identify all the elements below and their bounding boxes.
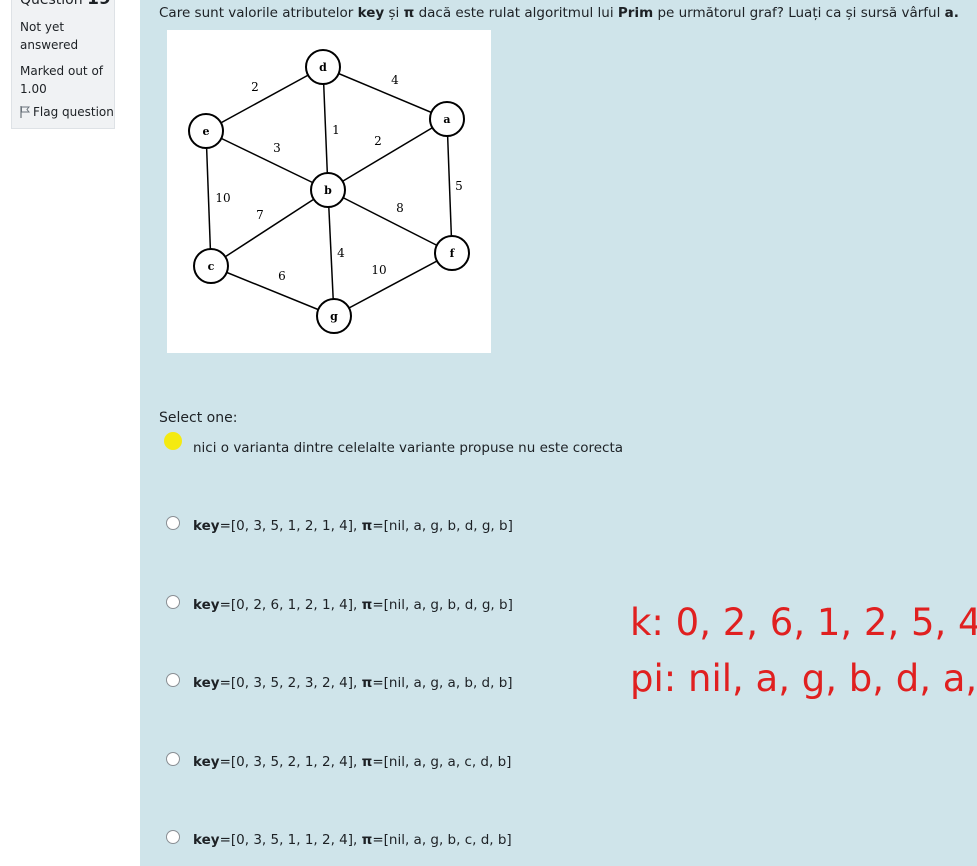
node-a: a — [443, 113, 450, 126]
answer-option-1[interactable]: nici o varianta dintre celelalte variant… — [166, 438, 766, 464]
edge-weight-c-g: 6 — [278, 269, 286, 283]
radio-button[interactable] — [166, 516, 180, 530]
edge-weight-d-b: 1 — [332, 123, 340, 137]
flag-icon — [20, 106, 31, 118]
answer-option-label: key=[0, 3, 5, 2, 3, 2, 4], π=[nil, a, g,… — [193, 675, 513, 691]
radio-button[interactable] — [166, 752, 180, 766]
edge-weight-d-a: 4 — [391, 73, 399, 87]
node-c: c — [208, 260, 215, 273]
answer-option-5[interactable]: key=[0, 3, 5, 2, 1, 2, 4], π=[nil, a, g,… — [166, 752, 766, 778]
edge-weight-b-f: 8 — [396, 201, 404, 215]
question-text: Care sunt valorile atributelor key și π … — [159, 5, 959, 21]
answer-option-6[interactable]: key=[0, 3, 5, 1, 1, 2, 4], π=[nil, a, g,… — [166, 830, 766, 856]
graph-image: 2 4 1 3 2 5 10 7 8 4 6 10 d a e b c f g — [167, 30, 491, 353]
node-d: d — [319, 61, 327, 74]
radio-button[interactable] — [166, 673, 180, 687]
node-e: e — [203, 125, 210, 138]
question-state: Not yet answered — [20, 20, 79, 52]
node-b: b — [324, 184, 332, 197]
answer-option-label: key=[0, 3, 5, 2, 1, 2, 4], π=[nil, a, g,… — [193, 754, 512, 770]
edge-weight-b-g: 4 — [337, 246, 345, 260]
node-g: g — [330, 310, 338, 323]
edge-weight-c-b: 7 — [256, 208, 264, 222]
edge-weight-e-d: 2 — [251, 80, 259, 94]
flag-question-link[interactable]: Flag question — [20, 105, 114, 119]
question-grade: Marked out of 1.00 — [20, 64, 104, 96]
edge-weight-e-c: 10 — [215, 191, 230, 205]
question-content: Care sunt valorile atributelor key și π … — [140, 0, 977, 866]
answer-option-2[interactable]: key=[0, 3, 5, 1, 2, 1, 4], π=[nil, a, g,… — [166, 516, 766, 542]
answer-option-label: key=[0, 3, 5, 1, 2, 1, 4], π=[nil, a, g,… — [193, 518, 513, 534]
radio-button[interactable] — [166, 830, 180, 844]
answer-option-label: key=[0, 2, 6, 1, 2, 1, 4], π=[nil, a, g,… — [193, 597, 513, 613]
question-info-panel: Question 19 Not yet answered Marked out … — [11, 0, 115, 129]
select-one-prompt: Select one: — [159, 410, 238, 426]
edge-weight-e-b: 3 — [273, 141, 281, 155]
answer-option-label: nici o varianta dintre celelalte variant… — [193, 440, 624, 456]
handwritten-note-pi: pi: nil, a, g, b, d, a, b — [630, 657, 977, 700]
edge-weight-a-b: 2 — [374, 134, 382, 148]
question-number-label: Question 19 — [20, 0, 111, 9]
edge-weight-a-f: 5 — [455, 179, 463, 193]
handwritten-note-k: k: 0, 2, 6, 1, 2, 5, 4 — [630, 601, 977, 644]
radio-button[interactable] — [166, 595, 180, 609]
edge-weight-g-f: 10 — [371, 263, 386, 277]
answer-option-label: key=[0, 3, 5, 1, 1, 2, 4], π=[nil, a, g,… — [193, 832, 512, 848]
